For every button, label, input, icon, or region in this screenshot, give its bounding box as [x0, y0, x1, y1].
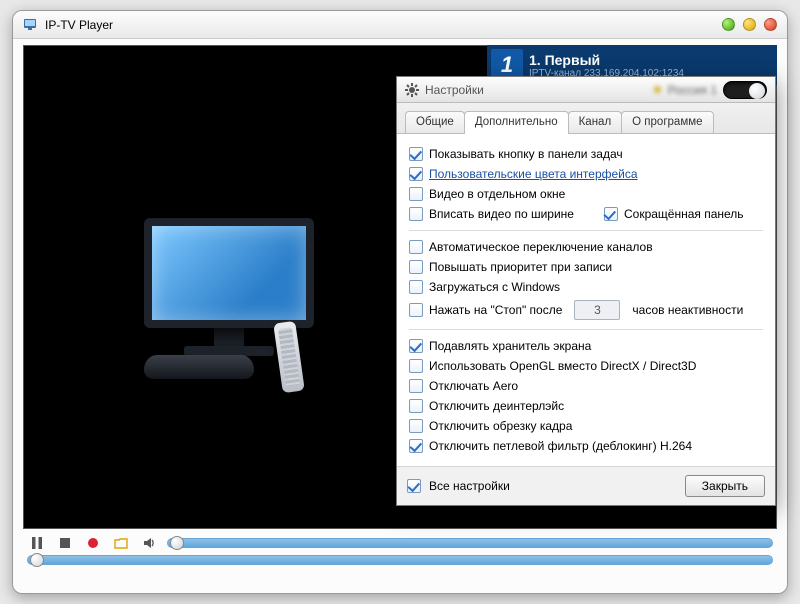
- checkbox-custom-colors[interactable]: [409, 167, 423, 181]
- gear-icon: [405, 83, 419, 97]
- settings-title: Настройки: [425, 83, 645, 97]
- checkbox-fit-width[interactable]: [409, 207, 423, 221]
- settings-tabs: Общие Дополнительно Канал О программе: [397, 103, 775, 134]
- checkbox-disable-crop[interactable]: [409, 419, 423, 433]
- label-taskbar-button: Показывать кнопку в панели задач: [429, 147, 623, 161]
- label-suppress-screensaver: Подавлять хранитель экрана: [429, 339, 591, 353]
- label-stop-after-post: часов неактивности: [632, 303, 743, 317]
- checkbox-disable-aero[interactable]: [409, 379, 423, 393]
- pause-button[interactable]: [27, 535, 47, 551]
- label-disable-deinterlace: Отключить деинтерлэйс: [429, 399, 564, 413]
- link-custom-colors[interactable]: Пользовательские цвета интерфейса: [429, 167, 638, 181]
- checkbox-separate-window[interactable]: [409, 187, 423, 201]
- window-controls: [722, 18, 777, 31]
- label-disable-aero: Отключать Aero: [429, 379, 518, 393]
- checkbox-suppress-screensaver[interactable]: [409, 339, 423, 353]
- stop-button[interactable]: [55, 535, 75, 551]
- checkbox-autostart[interactable]: [409, 280, 423, 294]
- toggle-knob-icon: [749, 83, 765, 99]
- checkbox-disable-loopfilter[interactable]: [409, 439, 423, 453]
- checkbox-compact-panel[interactable]: [604, 207, 618, 221]
- checkbox-taskbar-button[interactable]: [409, 147, 423, 161]
- record-button[interactable]: [83, 535, 103, 551]
- separator: [409, 230, 763, 231]
- settings-body: Показывать кнопку в панели задач Пользов…: [397, 134, 775, 466]
- titlebar: IP-TV Player: [13, 11, 787, 39]
- separator: [409, 329, 763, 330]
- checkbox-use-opengl[interactable]: [409, 359, 423, 373]
- checkbox-raise-priority[interactable]: [409, 260, 423, 274]
- minimize-button[interactable]: [722, 18, 735, 31]
- window-title: IP-TV Player: [45, 18, 722, 32]
- label-auto-switch: Автоматическое переключение каналов: [429, 240, 653, 254]
- player-controls: [23, 535, 777, 583]
- checkbox-disable-deinterlace[interactable]: [409, 399, 423, 413]
- placeholder-illustration: [144, 218, 314, 356]
- label-separate-window: Видео в отдельном окне: [429, 187, 565, 201]
- channel-name: 1. Первый: [529, 52, 684, 68]
- close-window-button[interactable]: [764, 18, 777, 31]
- label-autostart: Загружаться с Windows: [429, 280, 560, 294]
- label-use-opengl: Использовать OpenGL вместо DirectX / Dir…: [429, 359, 696, 373]
- checkbox-stop-after[interactable]: [409, 303, 423, 317]
- label-disable-loopfilter: Отключить петлевой фильтр (деблокинг) H.…: [429, 439, 692, 453]
- tab-general[interactable]: Общие: [405, 111, 465, 133]
- channel-info: 1. Первый IPTV-канал 233.169.204.102:123…: [529, 52, 684, 79]
- tab-about[interactable]: О программе: [621, 111, 713, 133]
- tab-channel[interactable]: Канал: [568, 111, 623, 133]
- open-button[interactable]: [111, 535, 131, 551]
- toggle-switch[interactable]: [723, 81, 767, 99]
- volume-slider[interactable]: [167, 538, 773, 548]
- slider-thumb-icon[interactable]: [30, 553, 44, 567]
- seek-slider[interactable]: [27, 555, 773, 565]
- settings-footer: Все настройки Закрыть: [397, 466, 775, 505]
- label-fit-width: Вписать видео по ширине: [429, 207, 574, 221]
- app-icon: [23, 17, 39, 33]
- maximize-button[interactable]: [743, 18, 756, 31]
- label-stop-after-pre: Нажать на "Стоп" после: [429, 303, 562, 317]
- settings-dialog: Настройки ★Россия 1 Общие Дополнительно …: [396, 76, 776, 506]
- label-compact-panel: Сокращённая панель: [624, 207, 744, 221]
- slider-thumb-icon[interactable]: [170, 536, 184, 550]
- background-blur: ★Россия 1: [651, 81, 717, 98]
- tab-advanced[interactable]: Дополнительно: [464, 111, 569, 133]
- settings-titlebar[interactable]: Настройки ★Россия 1: [397, 77, 775, 103]
- checkbox-all-settings[interactable]: [407, 479, 421, 493]
- label-raise-priority: Повышать приоритет при записи: [429, 260, 612, 274]
- label-all-settings: Все настройки: [429, 479, 510, 493]
- input-inactivity-hours[interactable]: 3: [574, 300, 620, 320]
- volume-button[interactable]: [139, 535, 159, 551]
- label-disable-crop: Отключить обрезку кадра: [429, 419, 572, 433]
- checkbox-auto-switch[interactable]: [409, 240, 423, 254]
- close-settings-button[interactable]: Закрыть: [685, 475, 765, 497]
